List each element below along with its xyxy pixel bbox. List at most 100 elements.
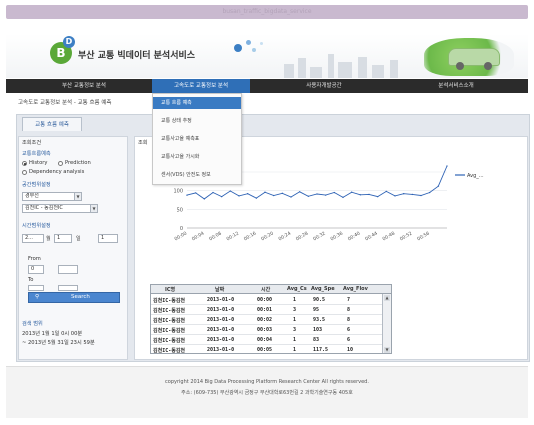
table-row[interactable]: 김천IC-동김천 2013-01-0 00:02 1 93.5 8 — [151, 315, 383, 325]
data-point — [437, 185, 440, 187]
from-minute-spinner[interactable] — [58, 265, 78, 274]
data-point — [342, 196, 344, 199]
column-header-avg-flow[interactable]: Avg_Flov — [343, 286, 368, 292]
table-cell: 김천IC-동김천 — [153, 298, 186, 304]
footer-address: 주소: (609-735) 부산광역시 금정구 부산대학로63번길 2 과학기술… — [181, 390, 353, 396]
data-table: IC명 날짜 시간 Avg_Cs Avg_Spe Avg_Flov 김천IC-동… — [150, 284, 392, 354]
car-illustration — [448, 48, 500, 70]
table-row[interactable]: 김천IC-동김천 2013-01-0 00:03 3 103 6 — [151, 325, 383, 335]
analysis-type-label: 교통흐름예측 — [22, 151, 51, 157]
section-select-value: 김천IC - 동김천IC — [25, 205, 63, 211]
column-header-ic[interactable]: IC명 — [165, 286, 175, 293]
data-point — [359, 194, 362, 196]
top-banner-text: busan_traffic_bigdata_service — [222, 8, 312, 15]
column-header-date[interactable]: 날짜 — [215, 286, 224, 293]
year-spinner[interactable]: 2... — [22, 234, 44, 243]
table-cell: 95 — [313, 307, 320, 313]
data-point — [229, 190, 232, 192]
breadcrumb: 고속도로 교통정보 분석 - 교통 흐름 예측 — [18, 100, 112, 106]
table-header: IC명 날짜 시간 Avg_Cs Avg_Spe Avg_Flov — [151, 285, 391, 294]
search-button-label: Search — [71, 294, 90, 300]
table-cell: 103 — [313, 327, 323, 333]
x-tick-label: 00:48 — [382, 231, 397, 243]
column-header-time[interactable]: 시간 — [261, 286, 270, 293]
x-tick-label: 00:24 — [278, 231, 293, 243]
highway-submenu: 교통 흐름 예측 교통 상태 추정 교통사고율 예측표 교통사고율 가시화 센서… — [152, 93, 242, 185]
table-row[interactable]: 김천IC-동김천 2013-01-0 00:04 1 83 6 — [151, 335, 383, 345]
table-cell: 김천IC-동김천 — [153, 308, 186, 314]
table-row[interactable]: 김천IC-동김천 2013-01-0 00:05 1 117.5 10 — [151, 345, 383, 353]
query-heading: 조회조건 — [22, 140, 42, 146]
table-scrollbar[interactable]: ▲ ▼ — [382, 294, 391, 353]
data-point — [420, 194, 422, 197]
logo-letter: B — [56, 46, 66, 60]
results-heading: 조회 — [138, 140, 148, 146]
table-cell: 00:03 — [257, 327, 273, 333]
submenu-item-vds-safety[interactable]: 센서(VDS) 안전도 정보 — [153, 169, 241, 181]
site-title[interactable]: 부산 교통 빅데이터 분석서비스 — [78, 48, 195, 61]
month-spinner[interactable]: 1 — [54, 234, 72, 243]
table-cell: 10 — [347, 347, 354, 353]
submenu-item-flow-prediction[interactable]: 교통 흐름 예측 — [153, 97, 241, 109]
x-tick-label: 00:12 — [226, 231, 241, 243]
day-spinner[interactable]: 1 — [98, 234, 118, 243]
data-point — [428, 191, 431, 194]
to-minute-spinner[interactable] — [58, 285, 78, 291]
x-tick-label: 00:00 — [174, 231, 189, 243]
logo-icon[interactable]: BD — [50, 36, 75, 64]
month-unit-label: 월 — [46, 236, 51, 242]
to-label: To — [28, 277, 34, 283]
x-tick-label: 00:40 — [347, 231, 362, 243]
submenu-item-accident-prediction[interactable]: 교통사고율 예측표 — [153, 133, 241, 145]
submenu-item-state-estimation[interactable]: 교통 상태 추정 — [153, 115, 241, 127]
y-tick-label: 100 — [173, 189, 183, 195]
tab-traffic-flow-prediction[interactable]: 교통 흐름 예측 — [22, 117, 82, 131]
period-end: ~ 2013년 5월 31일 23시 59분 — [22, 340, 95, 346]
x-tick-label: 00:32 — [312, 231, 327, 243]
column-header-avg-cs[interactable]: Avg_Cs — [287, 286, 307, 292]
y-tick-label: 0 — [180, 226, 183, 232]
x-tick-label: 00:56 — [416, 231, 431, 243]
radio-history[interactable] — [22, 161, 27, 166]
scroll-down-icon[interactable]: ▼ — [384, 347, 390, 353]
table-cell: 90.5 — [313, 297, 326, 303]
radio-prediction[interactable] — [58, 161, 63, 166]
table-cell: 00:04 — [257, 337, 273, 343]
scroll-up-icon[interactable]: ▲ — [384, 295, 390, 301]
table-cell: 김천IC-동김천 — [153, 338, 186, 344]
to-hour-spinner[interactable] — [28, 285, 44, 291]
x-tick-label: 00:44 — [364, 231, 379, 243]
radio-prediction-label: Prediction — [65, 160, 91, 166]
section-select[interactable]: 김천IC - 동김천IC ▼ — [22, 204, 98, 213]
data-point — [446, 165, 448, 167]
top-banner: busan_traffic_bigdata_service — [6, 5, 528, 19]
table-row[interactable]: 김천IC-동김천 2013-01-0 00:01 3 95 8 — [151, 305, 383, 315]
submenu-item-accident-visualization[interactable]: 교통사고율 가시화 — [153, 151, 241, 163]
nav-item-busan-traffic[interactable]: 부산 교통정보 분석 — [24, 79, 144, 93]
table-cell: 3 — [293, 327, 297, 333]
from-hour-spinner[interactable]: 0 — [28, 265, 44, 274]
table-cell: 93.5 — [313, 317, 326, 323]
nav-item-service-intro[interactable]: 분석서비스소개 — [396, 79, 516, 93]
nav-item-highway-traffic[interactable]: 고속도로 교통정보 분석 — [152, 79, 250, 93]
table-row[interactable]: 김천IC-동김천 2013-01-0 00:00 1 90.5 7 — [151, 295, 383, 305]
search-button[interactable]: ⚲ Search — [28, 292, 120, 303]
table-cell: 00:02 — [257, 317, 273, 323]
city-skyline-image — [276, 52, 426, 78]
table-cell: 83 — [313, 337, 320, 343]
page-root: busan_traffic_bigdata_service BD 부산 교통 빅… — [0, 0, 534, 425]
column-header-avg-speed[interactable]: Avg_Spe — [311, 286, 335, 292]
table-cell: 2013-01-0 — [207, 347, 235, 353]
line-select[interactable]: 경부선 ▼ — [22, 192, 82, 201]
legend-label: Avg_... — [467, 173, 484, 179]
x-tick-label: 00:16 — [243, 231, 258, 243]
table-cell: 2013-01-0 — [207, 317, 235, 323]
radio-history-label: History — [29, 160, 48, 166]
chevron-down-icon: ▼ — [74, 193, 81, 200]
radio-dependency-label: Dependency analysis — [29, 169, 85, 175]
period-label: 검색 범위 — [22, 321, 43, 327]
table-cell: 8 — [347, 307, 351, 313]
footer: copyright 2014 Big Data Processing Platf… — [6, 366, 528, 418]
radio-dependency[interactable] — [22, 170, 27, 175]
nav-item-user-dev-space[interactable]: 사용자개발공간 — [264, 79, 384, 93]
